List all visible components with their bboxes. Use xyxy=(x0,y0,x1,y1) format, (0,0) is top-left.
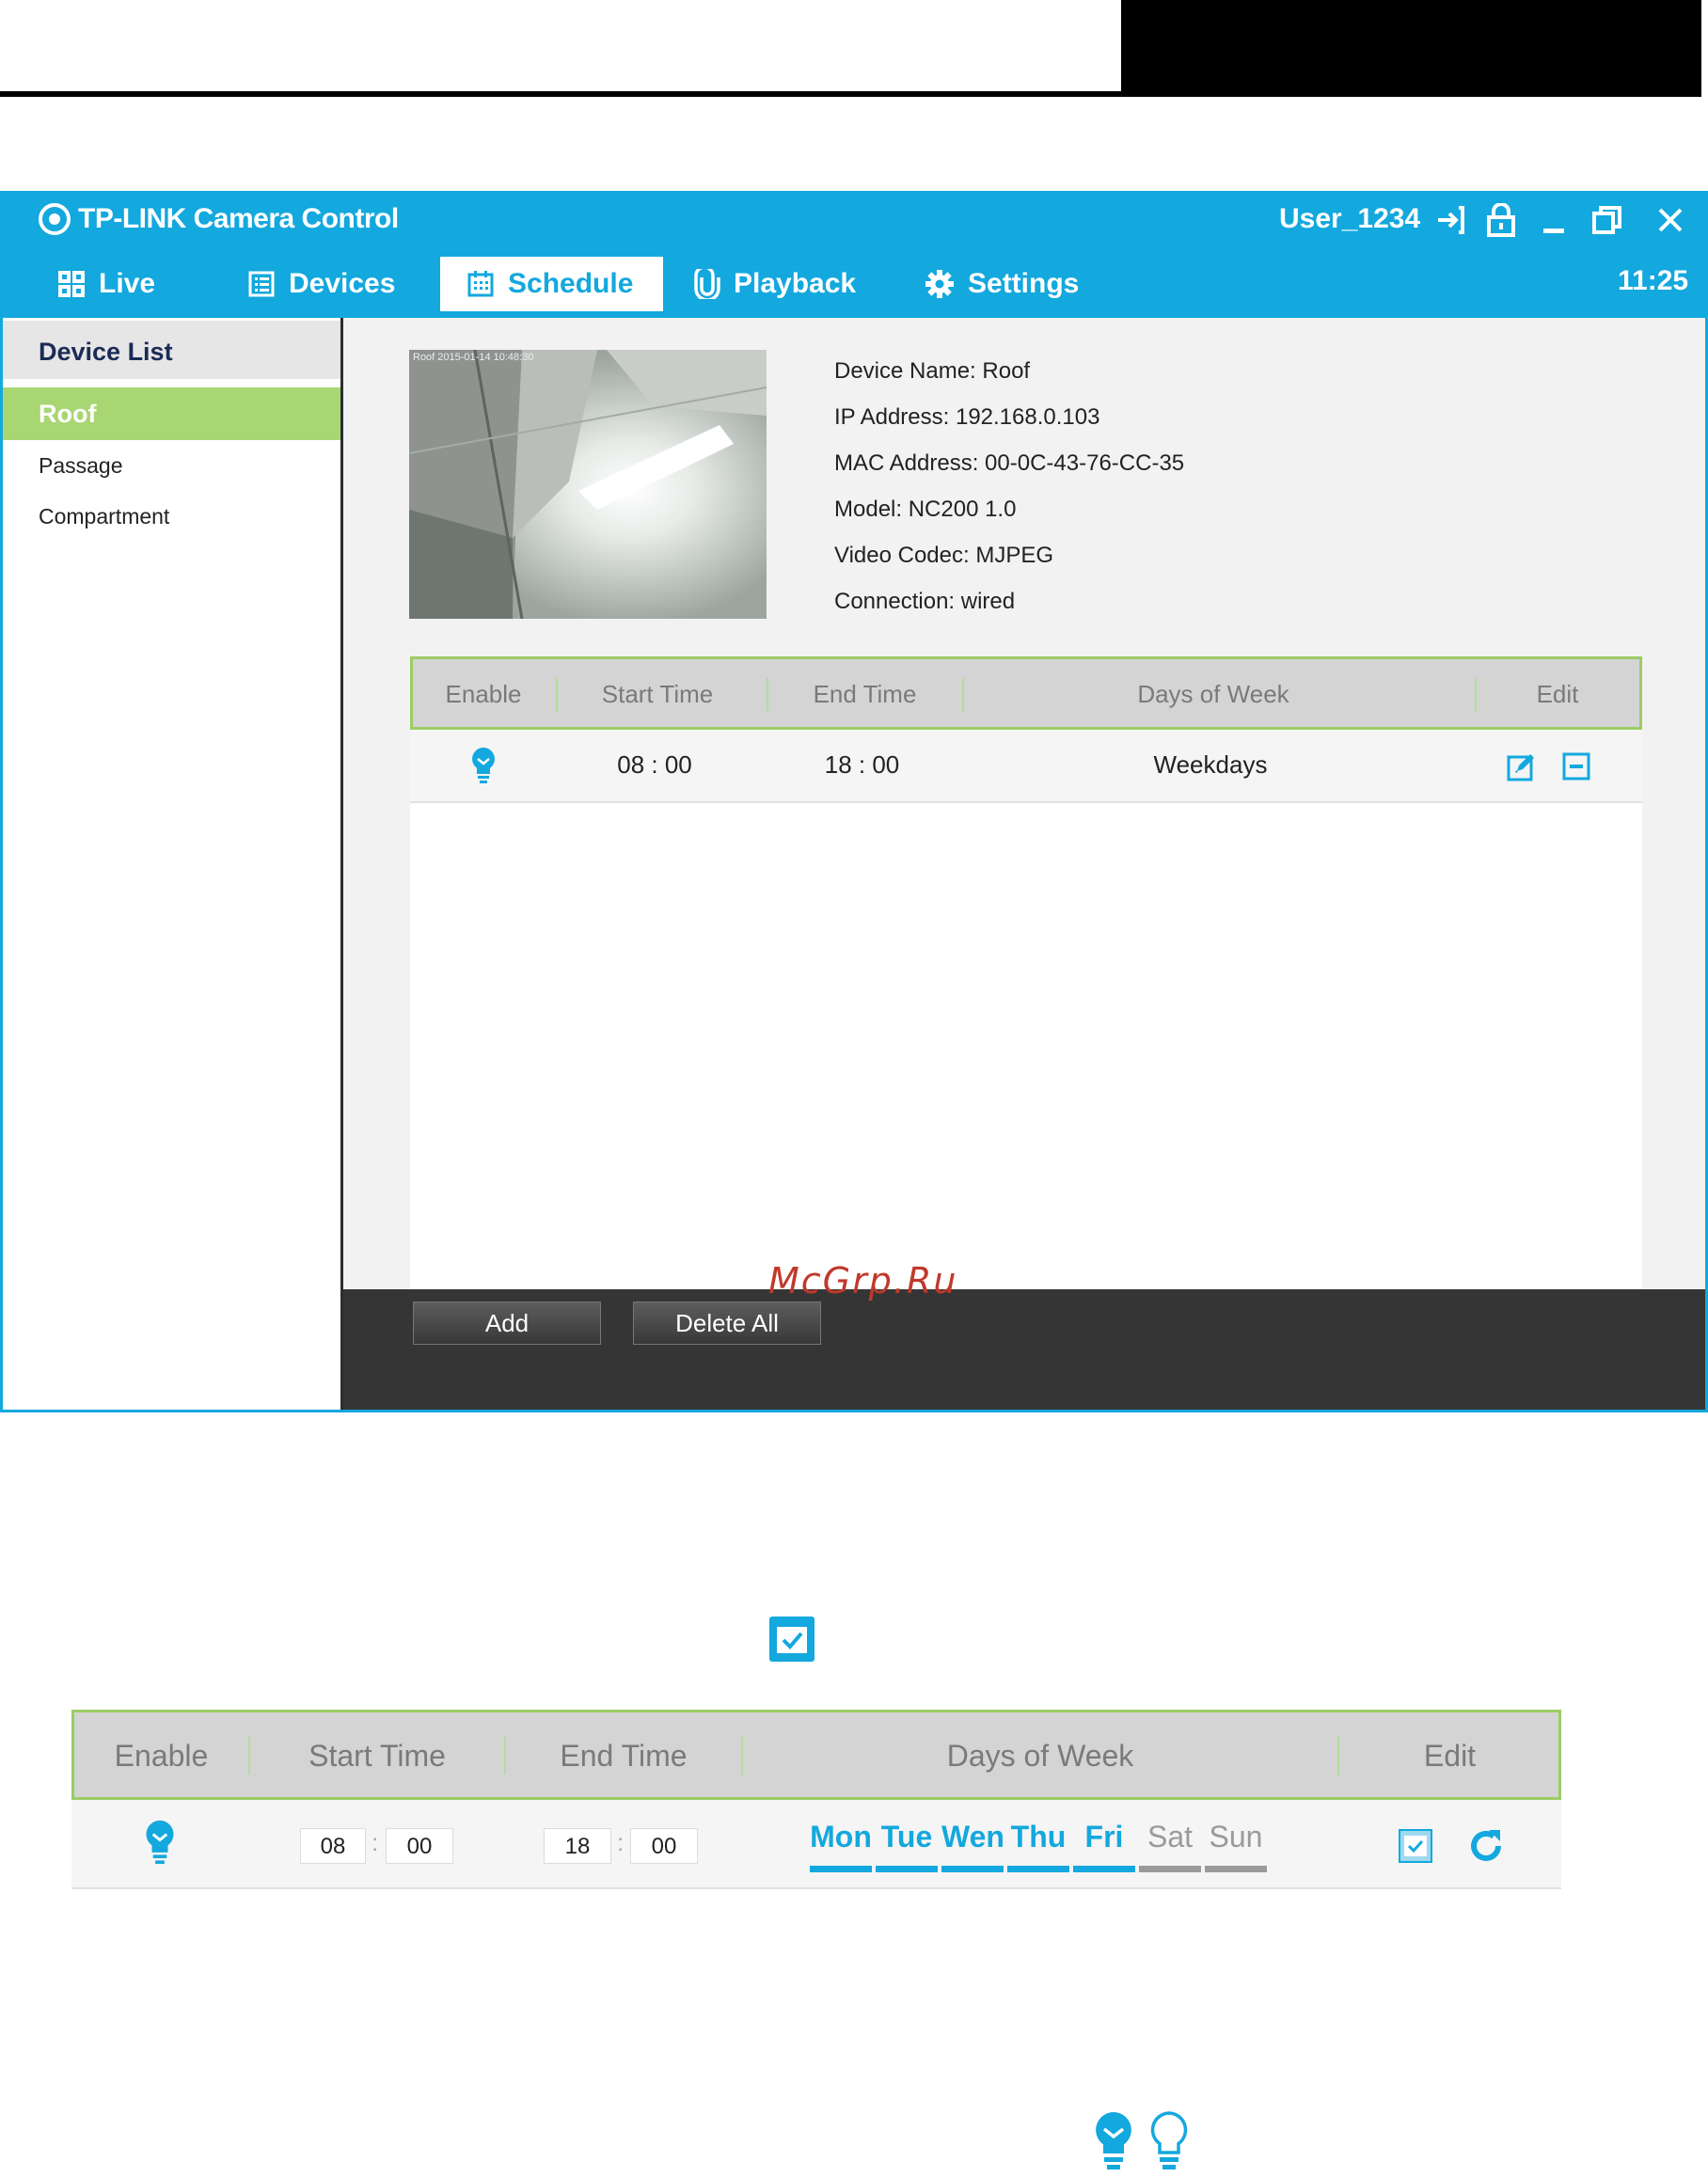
day-indicator-sat xyxy=(1139,1866,1201,1872)
day-indicator-mon xyxy=(810,1866,872,1872)
close-icon[interactable] xyxy=(1652,201,1689,239)
tab-schedule[interactable]: Schedule xyxy=(440,257,663,311)
title-bar: TP-LINK Camera Control User_1234 xyxy=(3,194,1705,252)
header-edit: Edit xyxy=(1423,1739,1477,1773)
day-indicator-sun xyxy=(1205,1866,1267,1872)
list-icon xyxy=(247,270,276,298)
row-end-time: 18 : 00 xyxy=(824,750,900,779)
device-item-compartment[interactable]: Compartment xyxy=(3,491,340,544)
add-button[interactable]: Add xyxy=(413,1301,601,1345)
header-end-time: End Time xyxy=(813,680,917,708)
day-indicator-thu xyxy=(1007,1866,1069,1872)
tab-devices[interactable]: Devices xyxy=(221,257,421,311)
time-separator: : xyxy=(372,1828,379,1856)
day-toggle-mon[interactable]: Mon xyxy=(810,1820,872,1854)
video-codec-info: Video Codec: MJPEG xyxy=(834,543,1054,568)
tab-settings-label: Settings xyxy=(968,268,1080,299)
clock: 11:25 xyxy=(1618,265,1689,296)
header-start-time: Start Time xyxy=(601,680,714,708)
day-toggle-fri[interactable]: Fri xyxy=(1073,1820,1135,1854)
table-row: 08 : 00 18 : 00 Mon Tue Wen Thu Fri Sat … xyxy=(71,1800,1561,1889)
table-row: 08 : 00 18 : 00 Weekdays xyxy=(410,730,1642,803)
logout-icon[interactable] xyxy=(1431,201,1469,239)
header-start-time: Start Time xyxy=(308,1739,446,1773)
header-rule xyxy=(0,91,1121,97)
device-item-passage[interactable]: Passage xyxy=(3,440,340,493)
end-hour-input[interactable]: 18 xyxy=(544,1828,611,1864)
tab-live[interactable]: Live xyxy=(31,257,182,311)
bulb-on-icon[interactable] xyxy=(144,1819,176,1866)
model-info: Model: NC200 1.0 xyxy=(834,497,1017,522)
calendar-icon xyxy=(467,270,495,298)
end-minute-input[interactable]: 00 xyxy=(630,1828,698,1864)
bulb-legend xyxy=(1093,2110,1196,2172)
app-window: TP-LINK Camera Control User_1234 Live De… xyxy=(0,191,1708,1412)
ip-address-info: IP Address: 192.168.0.103 xyxy=(834,404,1100,430)
tab-playback-label: Playback xyxy=(734,268,857,299)
app-title: TP-LINK Camera Control xyxy=(78,203,399,234)
header-days-of-week: Days of Week xyxy=(946,1739,1134,1773)
schedule-table-header: Enable Start Time End Time Days of Week … xyxy=(410,656,1642,730)
row-start-time: 08 : 00 xyxy=(617,750,692,779)
clip-icon xyxy=(694,269,720,299)
header-days-of-week: Days of Week xyxy=(1137,680,1289,708)
schedule-panel: Roof 2015-01-14 10:48:30 Device Name: Ro… xyxy=(343,318,1705,1305)
restore-icon[interactable] xyxy=(1589,201,1626,239)
undo-icon[interactable] xyxy=(1466,1826,1506,1866)
preview-timestamp: Roof 2015-01-14 10:48:30 xyxy=(413,352,534,363)
lock-icon[interactable] xyxy=(1482,201,1520,239)
device-item-roof[interactable]: Roof xyxy=(3,387,340,440)
save-checkbox-icon xyxy=(768,1616,815,1663)
header-edit: Edit xyxy=(1536,680,1579,708)
camera-logo-icon xyxy=(39,203,71,235)
connection-info: Connection: wired xyxy=(834,589,1016,614)
tab-devices-label: Devices xyxy=(289,268,396,299)
header-enable: Enable xyxy=(445,680,522,708)
user-name[interactable]: User_1234 xyxy=(1279,203,1420,235)
header-end-time: End Time xyxy=(560,1739,688,1773)
day-toggle-wen[interactable]: Wen xyxy=(941,1820,1004,1854)
header-enable: Enable xyxy=(114,1739,209,1773)
bulb-off-icon xyxy=(1150,2111,1188,2169)
main-navbar: Live Devices Schedule Playback Settings xyxy=(3,252,1705,318)
device-list-sidebar: Device List Roof Passage Compartment xyxy=(3,318,343,1410)
row-days: Weekdays xyxy=(1153,750,1268,779)
day-indicator-tue xyxy=(876,1866,938,1872)
gear-icon xyxy=(925,269,955,299)
edit-icon[interactable] xyxy=(1507,751,1537,781)
tab-live-label: Live xyxy=(99,268,156,299)
header-black-block xyxy=(1121,0,1701,97)
day-toggle-tue[interactable]: Tue xyxy=(876,1820,938,1854)
schedule-table: Enable Start Time End Time Days of Week … xyxy=(410,656,1642,1305)
device-name-info: Device Name: Roof xyxy=(834,358,1031,384)
header-divider xyxy=(556,678,558,712)
remove-icon[interactable] xyxy=(1562,752,1590,781)
schedule-footer: Add Delete All xyxy=(343,1289,1705,1410)
tab-playback[interactable]: Playback xyxy=(668,257,882,311)
day-toggle-sun[interactable]: Sun xyxy=(1205,1820,1267,1854)
day-toggle-sat[interactable]: Sat xyxy=(1139,1820,1201,1854)
bulb-on-icon xyxy=(1096,2112,1131,2169)
tab-settings[interactable]: Settings xyxy=(898,257,1105,311)
bulb-on-icon[interactable] xyxy=(470,747,497,784)
day-indicator-wen xyxy=(941,1866,1004,1872)
edit-table-header: Enable Start Time End Time Days of Week … xyxy=(71,1710,1561,1800)
tab-schedule-label: Schedule xyxy=(508,268,634,299)
delete-all-button[interactable]: Delete All xyxy=(633,1301,821,1345)
grid-icon xyxy=(57,270,86,298)
day-indicator-fri xyxy=(1073,1866,1135,1872)
edit-schedule-table: Enable Start Time End Time Days of Week … xyxy=(71,1710,1561,1889)
start-hour-input[interactable]: 08 xyxy=(300,1828,366,1864)
save-icon[interactable] xyxy=(1398,1828,1433,1864)
start-minute-input[interactable]: 00 xyxy=(386,1828,453,1864)
mac-address-info: MAC Address: 00-0C-43-76-CC-35 xyxy=(834,450,1185,476)
day-toggle-thu[interactable]: Thu xyxy=(1007,1820,1069,1854)
device-list-heading: Device List xyxy=(3,321,340,379)
minimize-icon[interactable] xyxy=(1535,201,1573,239)
time-separator: : xyxy=(617,1828,625,1856)
watermark: McGrp.Ru xyxy=(768,1260,958,1301)
camera-preview[interactable]: Roof 2015-01-14 10:48:30 xyxy=(409,350,767,619)
